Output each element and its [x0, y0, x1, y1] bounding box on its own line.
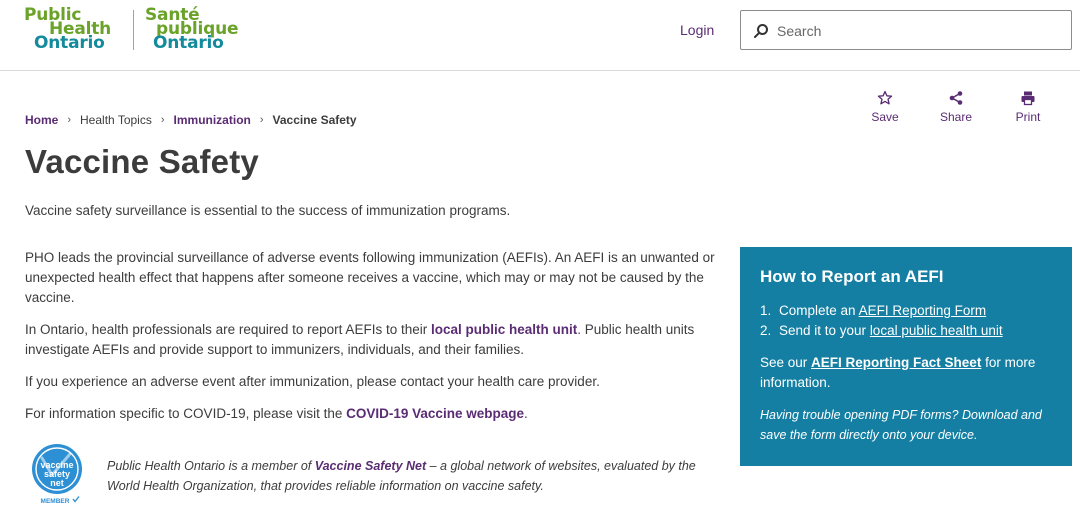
main-content: PHO leads the provincial surveillance of…: [25, 248, 730, 436]
step-1-text: Complete an AEFI Reporting Form: [779, 301, 986, 321]
paragraph-reporting-requirements: In Ontario, health professionals are req…: [25, 320, 730, 360]
local-public-health-unit-link[interactable]: local public health unit: [431, 322, 577, 337]
intro-text: Vaccine safety surveillance is essential…: [25, 203, 511, 218]
logo-en-line-3: Ontario: [34, 33, 105, 53]
breadcrumb-health-topics[interactable]: Health Topics: [80, 113, 152, 127]
p2-text-before: In Ontario, health professionals are req…: [25, 322, 431, 337]
p4-text-after: .: [523, 406, 528, 421]
share-label: Share: [939, 110, 973, 124]
paragraph-contact-provider: If you experience an adverse event after…: [25, 374, 600, 389]
logo-french: Santé publique Ontario: [145, 7, 238, 52]
p4-text-before: For information specific to COVID-19, pl…: [25, 406, 347, 421]
step-2-text: Send it to your local public health unit: [779, 321, 1003, 341]
pdf-trouble-note: Having trouble opening PDF forms? Downlo…: [760, 408, 1042, 442]
chevron-right-icon: ›: [160, 114, 165, 126]
see-before: See our: [760, 355, 812, 370]
search-box[interactable]: [740, 10, 1072, 50]
aefi-step-2: 2. Send it to your local public health un…: [760, 321, 1052, 341]
chevron-right-icon: ›: [259, 114, 264, 126]
save-button[interactable]: Save: [860, 90, 910, 124]
aefi-fact-sheet-text: See our AEFI Reporting Fact Sheet for mo…: [760, 353, 1052, 393]
print-label: Print: [1015, 110, 1041, 124]
print-icon: [1021, 91, 1035, 106]
step-2-number: 2.: [760, 323, 772, 338]
breadcrumb-immunization[interactable]: Immunization: [174, 113, 251, 127]
membership-text: Public Health Ontario is a member of Vac…: [107, 456, 727, 496]
page-title: Vaccine Safety: [25, 143, 259, 180]
aefi-local-health-unit-link[interactable]: local public health unit: [870, 323, 1003, 338]
how-to-report-aefi-box: How to Report an AEFI 1. Complete an AEFI…: [740, 247, 1072, 466]
step-2-before: Send it to your: [779, 323, 870, 338]
share-button[interactable]: Share: [931, 90, 981, 124]
covid-19-vaccine-webpage-link[interactable]: COVID-19 Vaccine webpage: [346, 406, 524, 421]
login-link[interactable]: Login: [680, 22, 714, 38]
aefi-steps-list: 1. Complete an AEFI Reporting Form 2. Send…: [760, 301, 1052, 341]
paragraph-aefi-surveillance: PHO leads the provincial surveillance of…: [25, 250, 715, 305]
search-icon: [754, 24, 768, 38]
paragraph-covid-info: For information specific to COVID-19, pl…: [25, 404, 730, 424]
step-1-number: 1.: [760, 303, 772, 318]
breadcrumb-current: Vaccine Safety: [272, 113, 357, 127]
vaccine-safety-net-link[interactable]: Vaccine Safety Net: [315, 459, 426, 473]
site-header: Public Health Ontario Santé publique Ont…: [0, 0, 1080, 71]
vaccine-safety-net-membership: vaccine safety net MEMBER Public Health …: [25, 442, 730, 512]
search-input[interactable]: [777, 20, 1057, 42]
save-label: Save: [871, 110, 899, 124]
badge-member-label: MEMBER: [41, 498, 70, 505]
aefi-fact-sheet-link[interactable]: AEFI Reporting Fact Sheet: [811, 355, 981, 370]
member-text-before: Public Health Ontario is a member of: [107, 459, 315, 473]
logo-english: Public Health Ontario: [24, 7, 111, 53]
print-button[interactable]: Print: [1003, 90, 1053, 124]
aefi-step-1: 1. Complete an AEFI Reporting Form: [760, 301, 1052, 321]
share-icon: [949, 91, 963, 105]
star-icon: [877, 90, 893, 105]
aefi-reporting-form-link[interactable]: AEFI Reporting Form: [859, 303, 987, 318]
breadcrumb: Home › Health Topics › Immunization › Va…: [25, 113, 357, 127]
chevron-right-icon: ›: [67, 114, 72, 126]
badge-word-3: net: [50, 478, 64, 488]
aefi-box-title: How to Report an AEFI: [760, 267, 944, 286]
breadcrumb-home[interactable]: Home: [25, 113, 58, 127]
pho-logo[interactable]: Public Health Ontario Santé publique Ont…: [24, 7, 254, 58]
logo-divider: [133, 10, 134, 50]
step-1-before: Complete an: [779, 303, 859, 318]
vaccine-safety-net-badge[interactable]: vaccine safety net MEMBER: [30, 442, 84, 506]
